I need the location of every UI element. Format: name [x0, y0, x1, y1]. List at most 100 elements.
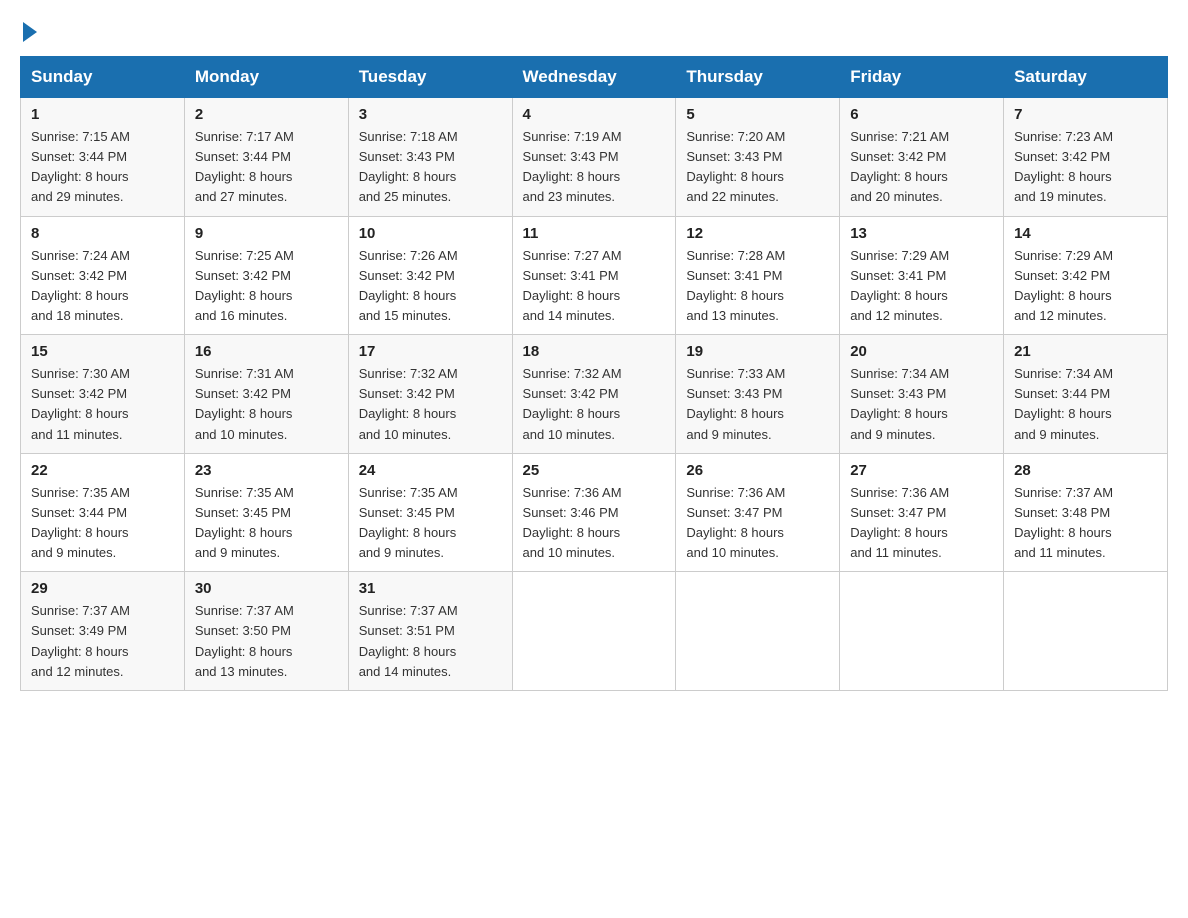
calendar-cell: 5 Sunrise: 7:20 AM Sunset: 3:43 PM Dayli… [676, 98, 840, 217]
header [20, 20, 1168, 38]
day-info: Sunrise: 7:15 AM Sunset: 3:44 PM Dayligh… [31, 127, 174, 208]
day-info: Sunrise: 7:28 AM Sunset: 3:41 PM Dayligh… [686, 246, 829, 327]
calendar-cell: 6 Sunrise: 7:21 AM Sunset: 3:42 PM Dayli… [840, 98, 1004, 217]
calendar-cell: 7 Sunrise: 7:23 AM Sunset: 3:42 PM Dayli… [1004, 98, 1168, 217]
day-info: Sunrise: 7:36 AM Sunset: 3:47 PM Dayligh… [850, 483, 993, 564]
calendar-cell: 19 Sunrise: 7:33 AM Sunset: 3:43 PM Dayl… [676, 335, 840, 454]
day-info: Sunrise: 7:35 AM Sunset: 3:45 PM Dayligh… [359, 483, 502, 564]
calendar-cell: 22 Sunrise: 7:35 AM Sunset: 3:44 PM Dayl… [21, 453, 185, 572]
day-number: 25 [523, 462, 666, 479]
day-info: Sunrise: 7:36 AM Sunset: 3:46 PM Dayligh… [523, 483, 666, 564]
calendar-cell: 21 Sunrise: 7:34 AM Sunset: 3:44 PM Dayl… [1004, 335, 1168, 454]
day-number: 23 [195, 462, 338, 479]
day-info: Sunrise: 7:37 AM Sunset: 3:49 PM Dayligh… [31, 601, 174, 682]
week-row-2: 8 Sunrise: 7:24 AM Sunset: 3:42 PM Dayli… [21, 216, 1168, 335]
day-info: Sunrise: 7:33 AM Sunset: 3:43 PM Dayligh… [686, 364, 829, 445]
day-number: 12 [686, 225, 829, 242]
calendar-cell: 31 Sunrise: 7:37 AM Sunset: 3:51 PM Dayl… [348, 572, 512, 691]
header-wednesday: Wednesday [512, 57, 676, 98]
header-tuesday: Tuesday [348, 57, 512, 98]
day-number: 18 [523, 343, 666, 360]
day-info: Sunrise: 7:26 AM Sunset: 3:42 PM Dayligh… [359, 246, 502, 327]
day-info: Sunrise: 7:31 AM Sunset: 3:42 PM Dayligh… [195, 364, 338, 445]
day-number: 21 [1014, 343, 1157, 360]
day-info: Sunrise: 7:17 AM Sunset: 3:44 PM Dayligh… [195, 127, 338, 208]
day-number: 19 [686, 343, 829, 360]
day-number: 15 [31, 343, 174, 360]
week-row-3: 15 Sunrise: 7:30 AM Sunset: 3:42 PM Dayl… [21, 335, 1168, 454]
calendar-cell: 12 Sunrise: 7:28 AM Sunset: 3:41 PM Dayl… [676, 216, 840, 335]
calendar-cell: 24 Sunrise: 7:35 AM Sunset: 3:45 PM Dayl… [348, 453, 512, 572]
day-number: 7 [1014, 106, 1157, 123]
calendar-cell: 1 Sunrise: 7:15 AM Sunset: 3:44 PM Dayli… [21, 98, 185, 217]
day-info: Sunrise: 7:37 AM Sunset: 3:50 PM Dayligh… [195, 601, 338, 682]
day-number: 11 [523, 225, 666, 242]
day-number: 14 [1014, 225, 1157, 242]
calendar-cell [676, 572, 840, 691]
calendar-cell: 9 Sunrise: 7:25 AM Sunset: 3:42 PM Dayli… [184, 216, 348, 335]
day-info: Sunrise: 7:24 AM Sunset: 3:42 PM Dayligh… [31, 246, 174, 327]
calendar-cell: 14 Sunrise: 7:29 AM Sunset: 3:42 PM Dayl… [1004, 216, 1168, 335]
week-row-4: 22 Sunrise: 7:35 AM Sunset: 3:44 PM Dayl… [21, 453, 1168, 572]
calendar-cell: 8 Sunrise: 7:24 AM Sunset: 3:42 PM Dayli… [21, 216, 185, 335]
day-info: Sunrise: 7:37 AM Sunset: 3:51 PM Dayligh… [359, 601, 502, 682]
day-number: 31 [359, 580, 502, 597]
day-number: 17 [359, 343, 502, 360]
week-row-5: 29 Sunrise: 7:37 AM Sunset: 3:49 PM Dayl… [21, 572, 1168, 691]
calendar-table: SundayMondayTuesdayWednesdayThursdayFrid… [20, 56, 1168, 691]
day-number: 5 [686, 106, 829, 123]
day-info: Sunrise: 7:35 AM Sunset: 3:44 PM Dayligh… [31, 483, 174, 564]
calendar-cell: 20 Sunrise: 7:34 AM Sunset: 3:43 PM Dayl… [840, 335, 1004, 454]
day-info: Sunrise: 7:25 AM Sunset: 3:42 PM Dayligh… [195, 246, 338, 327]
day-info: Sunrise: 7:36 AM Sunset: 3:47 PM Dayligh… [686, 483, 829, 564]
day-info: Sunrise: 7:23 AM Sunset: 3:42 PM Dayligh… [1014, 127, 1157, 208]
week-row-1: 1 Sunrise: 7:15 AM Sunset: 3:44 PM Dayli… [21, 98, 1168, 217]
logo-arrow-icon [23, 22, 37, 42]
header-friday: Friday [840, 57, 1004, 98]
day-number: 9 [195, 225, 338, 242]
day-info: Sunrise: 7:27 AM Sunset: 3:41 PM Dayligh… [523, 246, 666, 327]
logo [20, 20, 37, 38]
day-number: 22 [31, 462, 174, 479]
calendar-cell: 2 Sunrise: 7:17 AM Sunset: 3:44 PM Dayli… [184, 98, 348, 217]
calendar-cell: 10 Sunrise: 7:26 AM Sunset: 3:42 PM Dayl… [348, 216, 512, 335]
day-info: Sunrise: 7:32 AM Sunset: 3:42 PM Dayligh… [359, 364, 502, 445]
day-info: Sunrise: 7:35 AM Sunset: 3:45 PM Dayligh… [195, 483, 338, 564]
day-number: 26 [686, 462, 829, 479]
calendar-cell: 13 Sunrise: 7:29 AM Sunset: 3:41 PM Dayl… [840, 216, 1004, 335]
header-sunday: Sunday [21, 57, 185, 98]
day-number: 24 [359, 462, 502, 479]
weekday-header-row: SundayMondayTuesdayWednesdayThursdayFrid… [21, 57, 1168, 98]
day-number: 20 [850, 343, 993, 360]
day-info: Sunrise: 7:34 AM Sunset: 3:43 PM Dayligh… [850, 364, 993, 445]
calendar-cell: 27 Sunrise: 7:36 AM Sunset: 3:47 PM Dayl… [840, 453, 1004, 572]
calendar-cell: 16 Sunrise: 7:31 AM Sunset: 3:42 PM Dayl… [184, 335, 348, 454]
day-info: Sunrise: 7:21 AM Sunset: 3:42 PM Dayligh… [850, 127, 993, 208]
logo-top [20, 20, 37, 42]
day-info: Sunrise: 7:32 AM Sunset: 3:42 PM Dayligh… [523, 364, 666, 445]
calendar-cell [1004, 572, 1168, 691]
calendar-cell: 15 Sunrise: 7:30 AM Sunset: 3:42 PM Dayl… [21, 335, 185, 454]
day-info: Sunrise: 7:20 AM Sunset: 3:43 PM Dayligh… [686, 127, 829, 208]
calendar-cell: 26 Sunrise: 7:36 AM Sunset: 3:47 PM Dayl… [676, 453, 840, 572]
day-number: 2 [195, 106, 338, 123]
calendar-cell: 3 Sunrise: 7:18 AM Sunset: 3:43 PM Dayli… [348, 98, 512, 217]
day-number: 4 [523, 106, 666, 123]
day-info: Sunrise: 7:29 AM Sunset: 3:42 PM Dayligh… [1014, 246, 1157, 327]
calendar-cell: 29 Sunrise: 7:37 AM Sunset: 3:49 PM Dayl… [21, 572, 185, 691]
calendar-cell: 23 Sunrise: 7:35 AM Sunset: 3:45 PM Dayl… [184, 453, 348, 572]
day-number: 27 [850, 462, 993, 479]
day-number: 30 [195, 580, 338, 597]
day-number: 1 [31, 106, 174, 123]
calendar-cell [512, 572, 676, 691]
day-info: Sunrise: 7:37 AM Sunset: 3:48 PM Dayligh… [1014, 483, 1157, 564]
day-number: 10 [359, 225, 502, 242]
calendar-cell: 11 Sunrise: 7:27 AM Sunset: 3:41 PM Dayl… [512, 216, 676, 335]
day-number: 28 [1014, 462, 1157, 479]
day-number: 8 [31, 225, 174, 242]
day-number: 3 [359, 106, 502, 123]
day-number: 29 [31, 580, 174, 597]
calendar-cell [840, 572, 1004, 691]
day-info: Sunrise: 7:34 AM Sunset: 3:44 PM Dayligh… [1014, 364, 1157, 445]
calendar-cell: 4 Sunrise: 7:19 AM Sunset: 3:43 PM Dayli… [512, 98, 676, 217]
